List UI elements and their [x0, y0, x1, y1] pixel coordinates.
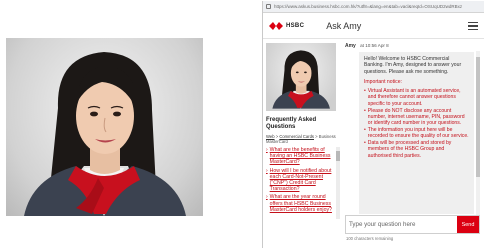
chevron-right-icon: ›	[266, 194, 268, 201]
faq-list: › What are the benefits of having an HSB…	[266, 147, 340, 219]
notice-item: • Data will be processed and stored by me…	[364, 140, 469, 159]
notice-list: • Virtual Assistant is an automated servi…	[364, 88, 469, 159]
agent-name: Amy	[345, 43, 356, 49]
amy-avatar-illustration	[24, 52, 186, 216]
notice-item: • Please do NOT disclose any account numb…	[364, 108, 469, 127]
chat-scrollbar[interactable]	[476, 51, 480, 215]
faq-item[interactable]: › What are the year round offers that HS…	[266, 194, 333, 213]
amy-portrait-small	[266, 43, 336, 111]
faq-scroll-thumb[interactable]	[336, 151, 340, 161]
chat-header: HSBC Ask Amy	[263, 13, 484, 39]
faq-sidebar: Frequently Asked Questions Web > Commerc…	[266, 43, 340, 248]
hamburger-line	[468, 25, 478, 27]
amy-avatar-small-illustration	[272, 50, 330, 109]
question-input[interactable]	[346, 216, 457, 233]
faq-item-text: What are the benefits of having an HSBC …	[269, 147, 331, 166]
ask-amy-browser-window: https://www.askus.business.hsbc.com.hk/?…	[262, 1, 484, 248]
bullet-icon: •	[364, 126, 366, 133]
chat-scroll-thumb[interactable]	[476, 57, 480, 177]
notice-text: Please do NOT disclose any account numbe…	[367, 107, 465, 127]
chat-panel: Amy at 10:56 Apr 8 Hello! Welcome to HSB…	[345, 43, 480, 248]
address-bar[interactable]: https://www.askus.business.hsbc.com.hk/?…	[263, 1, 484, 13]
notice-text: Data will be processed and stored by mem…	[367, 140, 452, 159]
agent-message-bubble: Hello! Welcome to HSBC Commercial Bankin…	[359, 52, 474, 214]
chat-title: Ask Amy	[326, 20, 362, 31]
chevron-right-icon: ›	[266, 167, 268, 174]
chevron-right-icon: ›	[266, 147, 268, 153]
notice-item: • The information you input here will be …	[364, 127, 469, 140]
bullet-icon: •	[364, 107, 366, 114]
faq-title: Frequently Asked Questions	[266, 117, 317, 130]
hamburger-line	[468, 28, 478, 30]
message-timestamp: at 10:56 Apr 8	[360, 43, 389, 48]
bullet-icon: •	[364, 140, 366, 147]
breadcrumb: Web > Commercial Cards > Business Master…	[266, 134, 336, 144]
amy-portrait-large	[6, 38, 203, 216]
screenshot-stage: https://www.askus.business.hsbc.com.hk/?…	[0, 0, 484, 248]
faq-item-text: What are the year round offers that HSBC…	[269, 194, 332, 213]
bullet-icon: •	[364, 88, 366, 95]
hamburger-line	[468, 22, 478, 24]
lock-icon	[266, 4, 271, 9]
logo-text: HSBC	[286, 22, 305, 29]
question-input-row: Send	[345, 215, 480, 234]
characters-remaining: 100 characters remaining	[346, 236, 394, 241]
notice-text: The information you input here will be r…	[367, 126, 469, 140]
hsbc-hexagon-icon	[269, 21, 283, 30]
address-url: https://www.askus.business.hsbc.com.hk/?…	[274, 4, 463, 9]
agent-line: Amy at 10:56 Apr 8	[345, 43, 480, 49]
faq-scrollbar[interactable]	[336, 147, 340, 219]
hsbc-logo: HSBC	[269, 21, 305, 30]
faq-item[interactable]: › What are the benefits of having an HSB…	[266, 147, 333, 166]
notice-title: Important notice:	[364, 78, 402, 85]
faq-item-text: How will I be notified about each Card-N…	[269, 167, 332, 193]
chat-body: Frequently Asked Questions Web > Commerc…	[263, 40, 484, 248]
notice-text: Virtual Assistant is an automated servic…	[367, 88, 461, 107]
welcome-text: Hello! Welcome to HSBC Commercial Bankin…	[364, 56, 462, 75]
hamburger-icon[interactable]	[468, 22, 478, 30]
faq-item[interactable]: › How will I be notified about each Card…	[266, 168, 333, 193]
send-button[interactable]: Send	[457, 216, 479, 233]
notice-item: • Virtual Assistant is an automated servi…	[364, 88, 469, 107]
